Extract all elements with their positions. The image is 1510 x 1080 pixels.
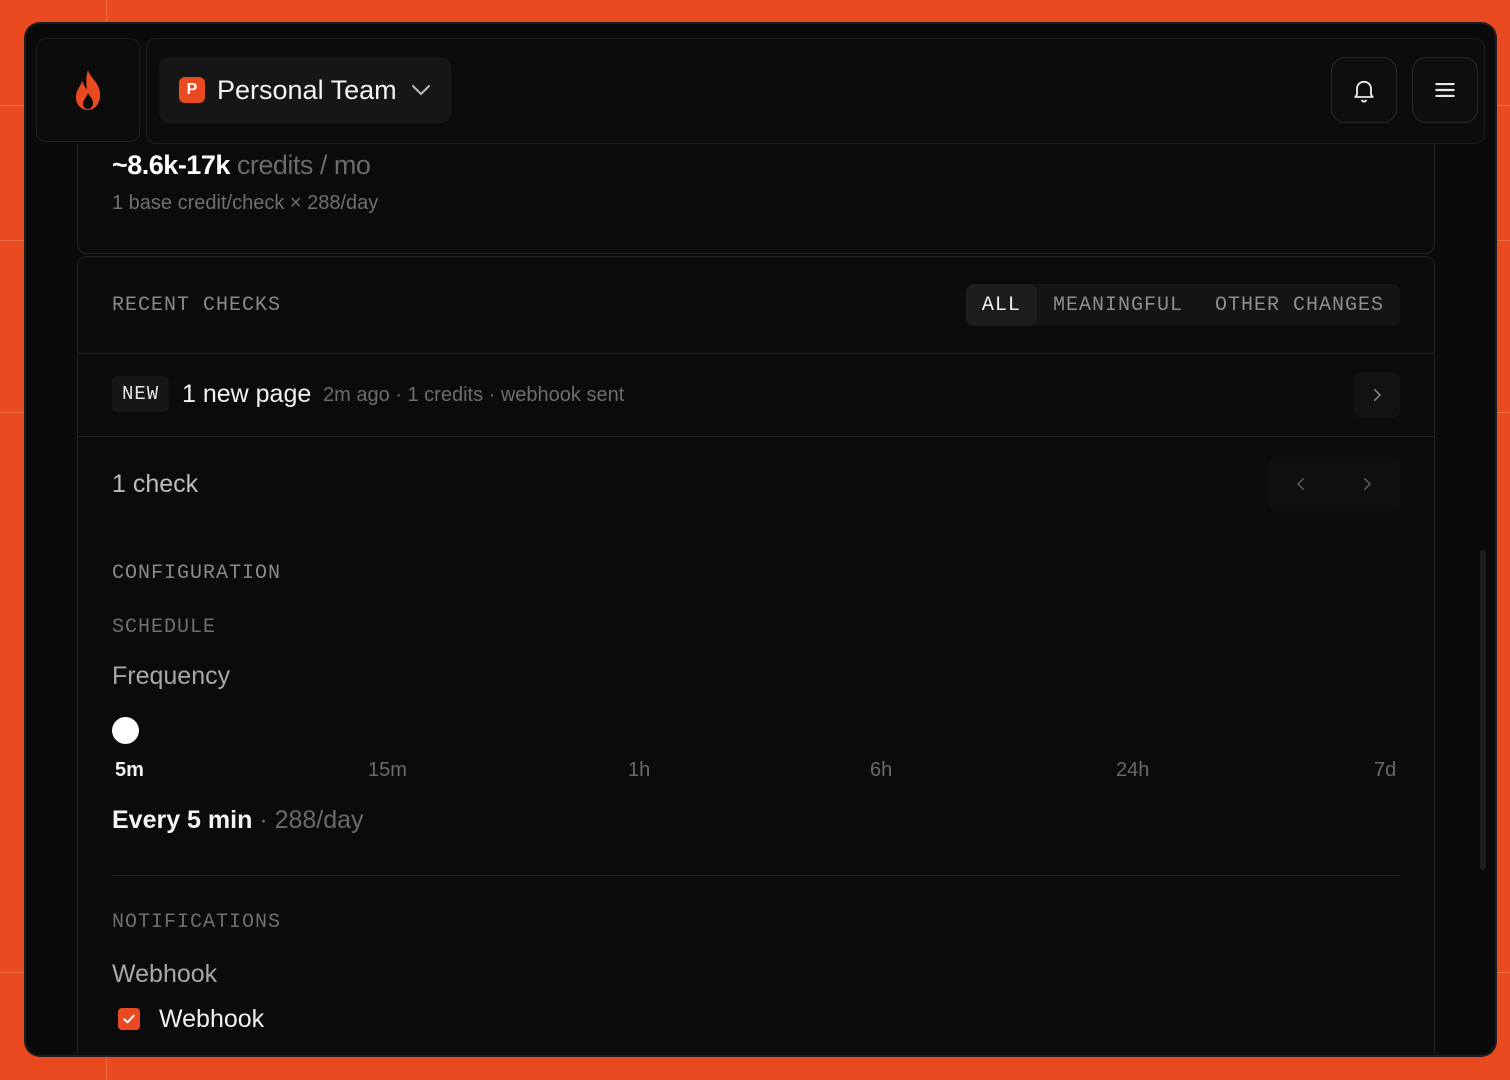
- check-count: 1 check: [112, 470, 199, 498]
- app-logo[interactable]: [36, 38, 140, 142]
- pagination: [1268, 457, 1400, 511]
- schedule-title: SCHEDULE: [112, 616, 217, 639]
- flame-icon: [75, 70, 101, 110]
- chevron-right-icon: [1374, 389, 1382, 401]
- frequency-summary-sub: · 288/day: [259, 806, 364, 834]
- check-title: 1 new page: [182, 380, 312, 408]
- webhook-heading: Webhook: [112, 960, 218, 988]
- team-name: Personal Team: [217, 74, 397, 105]
- webhook-checkbox[interactable]: [118, 1008, 140, 1030]
- freq-option-1h[interactable]: 1h: [628, 759, 650, 782]
- chevron-right-icon: [1364, 478, 1372, 490]
- webhook-option[interactable]: Webhook: [118, 1005, 378, 1035]
- main-content: ~8.6k-17k credits / mo 1 base credit/che…: [26, 144, 1495, 1055]
- frequency-label: Frequency: [112, 662, 231, 690]
- freq-option-5m[interactable]: 5m: [115, 759, 144, 782]
- webhook-checkbox-label: Webhook: [159, 1005, 265, 1033]
- freq-option-24h[interactable]: 24h: [1116, 759, 1149, 782]
- freq-option-7d[interactable]: 7d: [1374, 759, 1396, 782]
- recent-checks-title: RECENT CHECKS: [112, 294, 282, 317]
- filter-tab-other-changes[interactable]: OTHER CHANGES: [1199, 284, 1400, 326]
- top-bar: P Personal Team: [36, 38, 1485, 144]
- freq-option-6h[interactable]: 6h: [870, 759, 892, 782]
- chevron-left-icon: [1296, 478, 1304, 490]
- filter-tab-meaningful[interactable]: MEANINGFUL: [1037, 284, 1199, 326]
- app-window: P Personal Team ~8.6k-17k credits / mo 1…: [26, 24, 1495, 1055]
- check-count-row: 1 check: [78, 437, 1434, 527]
- chevron-down-icon: [411, 85, 430, 96]
- configuration-title: CONFIGURATION: [112, 562, 282, 585]
- open-check-button[interactable]: [1354, 372, 1400, 418]
- check-row[interactable]: NEW 1 new page 2m ago · 1 credits · webh…: [78, 354, 1434, 436]
- divider: [112, 875, 1400, 876]
- credits-unit: credits / mo: [236, 150, 371, 180]
- freq-option-15m[interactable]: 15m: [368, 759, 407, 782]
- monitor-card: RECENT CHECKS ALL MEANINGFUL OTHER CHANG…: [77, 256, 1435, 1055]
- check-meta: 2m ago · 1 credits · webhook sent: [323, 384, 625, 406]
- frequency-summary-main: Every 5 min: [112, 806, 253, 834]
- hamburger-icon: [1435, 82, 1455, 98]
- filter-tab-all[interactable]: ALL: [965, 284, 1037, 326]
- header-bar: P Personal Team: [146, 38, 1485, 144]
- next-page-button[interactable]: [1334, 457, 1400, 511]
- new-badge: NEW: [112, 376, 170, 412]
- bell-icon: [1354, 80, 1374, 103]
- frequency-summary: Every 5 min · 288/day: [112, 806, 364, 835]
- slider-thumb[interactable]: [112, 717, 139, 744]
- notifications-title: NOTIFICATIONS: [112, 911, 282, 934]
- checkmark-icon: [123, 1014, 135, 1024]
- notifications-button[interactable]: [1331, 57, 1397, 123]
- prev-page-button[interactable]: [1268, 457, 1334, 511]
- check-filter-tabs: ALL MEANINGFUL OTHER CHANGES: [965, 284, 1400, 326]
- credits-amount: ~8.6k-17k: [112, 150, 230, 180]
- menu-button[interactable]: [1412, 57, 1478, 123]
- credits-card: ~8.6k-17k credits / mo 1 base credit/che…: [77, 144, 1435, 254]
- credits-note: 1 base credit/check × 288/day: [112, 192, 379, 214]
- frequency-slider[interactable]: [112, 717, 1400, 745]
- team-avatar: P: [179, 77, 205, 103]
- scrollbar[interactable]: [1480, 550, 1486, 870]
- team-switcher[interactable]: P Personal Team: [159, 57, 451, 123]
- credits-estimate: ~8.6k-17k credits / mo: [112, 150, 371, 181]
